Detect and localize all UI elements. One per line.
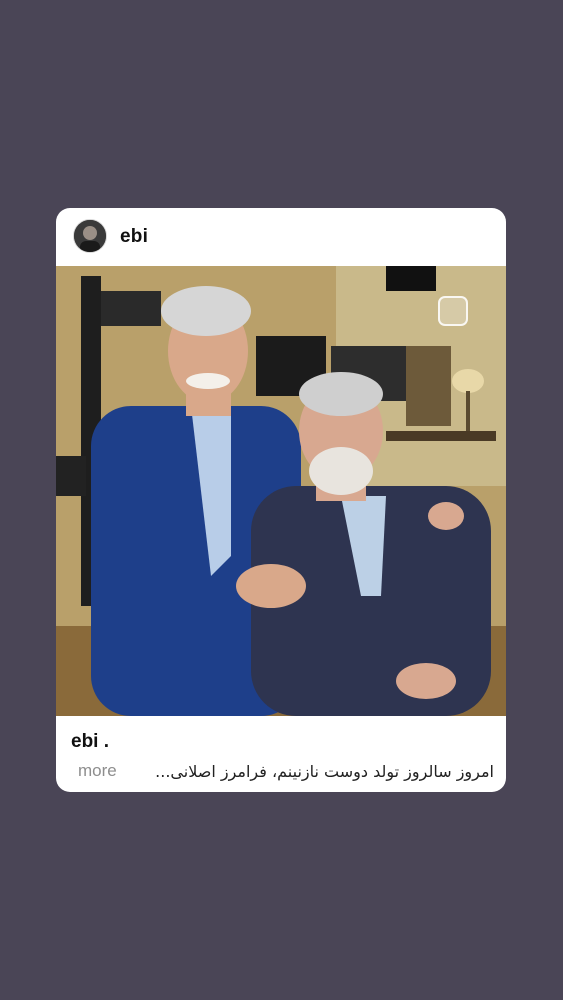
post-photo[interactable] [56, 266, 506, 716]
post-caption: امروز سالروز تولد دوست نازنینم، فرامرز ا… [155, 761, 494, 781]
post-author-username[interactable]: ebi [120, 226, 148, 248]
more-link[interactable]: more [78, 761, 117, 781]
avatar[interactable] [73, 219, 107, 253]
caption-row: more امروز سالروز تولد دوست نازنینم، فرا… [78, 759, 494, 783]
caption-username[interactable]: ebi . [71, 731, 109, 753]
shared-post-card[interactable]: ebi ebi . more امروز سالروز تولد دوست نا… [56, 208, 506, 792]
post-header: ebi [56, 208, 506, 266]
instagram-story-square-icon [438, 296, 468, 326]
